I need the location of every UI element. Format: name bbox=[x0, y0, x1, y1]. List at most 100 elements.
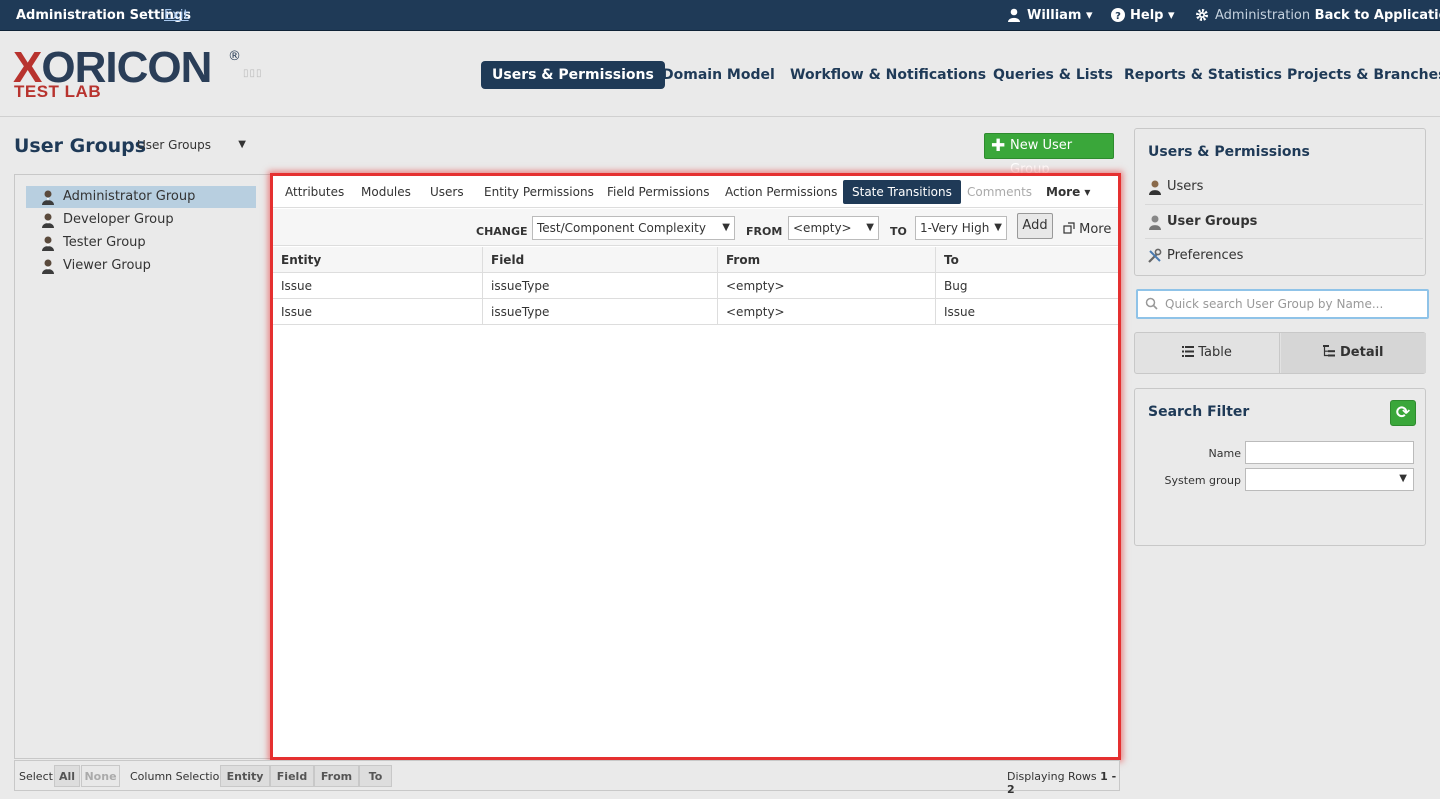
logo-dots-icon: ▯▯▯ bbox=[243, 68, 263, 79]
group-item-tester[interactable]: Tester Group bbox=[26, 232, 256, 254]
to-select-value: 1-Very High bbox=[920, 221, 990, 235]
table-view-button[interactable]: Table bbox=[1135, 333, 1280, 373]
group-name: Administrator Group bbox=[63, 189, 196, 204]
group-user-icon bbox=[42, 213, 54, 228]
nav-users-permissions[interactable]: Users & Permissions bbox=[481, 61, 665, 89]
nav-workflow-notifications[interactable]: Workflow & Notifications bbox=[790, 61, 986, 89]
plus-icon: ✚ bbox=[991, 136, 1006, 156]
group-name: Tester Group bbox=[63, 235, 146, 250]
from-label: FROM bbox=[746, 225, 783, 238]
new-user-group-button[interactable]: ✚ New User Group bbox=[984, 133, 1114, 177]
chevron-down-icon: ▼ bbox=[1399, 473, 1407, 484]
help-icon: ? bbox=[1111, 8, 1125, 22]
from-select[interactable]: <empty> ▼ bbox=[788, 216, 879, 240]
menu-title: Users & Permissions bbox=[1148, 144, 1310, 160]
group-item-administrator[interactable]: Administrator Group bbox=[26, 186, 256, 208]
detail-tabs: Attributes Modules Users Entity Permissi… bbox=[273, 176, 1118, 208]
filter-title: Search Filter bbox=[1148, 404, 1250, 420]
svg-text:?: ? bbox=[1115, 11, 1121, 22]
refresh-button[interactable]: ⟳ bbox=[1390, 400, 1416, 426]
menu-item-preferences[interactable]: Preferences bbox=[1145, 238, 1423, 272]
column-toggle-field[interactable]: Field bbox=[270, 765, 314, 787]
group-name: Developer Group bbox=[63, 212, 174, 227]
tab-action-permissions[interactable]: Action Permissions bbox=[725, 180, 837, 204]
table-view-label: Table bbox=[1198, 345, 1232, 360]
column-toggle-to[interactable]: To bbox=[359, 765, 392, 787]
nav-domain-model[interactable]: Domain Model bbox=[662, 61, 775, 89]
expand-icon bbox=[1063, 222, 1075, 234]
group-item-developer[interactable]: Developer Group bbox=[26, 209, 256, 231]
to-select[interactable]: 1-Very High ▼ bbox=[915, 216, 1007, 240]
column-toggle-entity[interactable]: Entity bbox=[220, 765, 270, 787]
tab-users[interactable]: Users bbox=[430, 180, 464, 204]
column-header-entity[interactable]: Entity bbox=[273, 247, 483, 273]
tab-comments: Comments bbox=[967, 185, 1033, 199]
filter-name-label: Name bbox=[1208, 447, 1241, 460]
quick-search-input[interactable]: Quick search User Group by Name... bbox=[1136, 289, 1429, 319]
filter-system-group-select[interactable]: ▼ bbox=[1245, 468, 1414, 491]
field-select[interactable]: Test/Component Complexity ▼ bbox=[532, 216, 735, 240]
change-label: CHANGE bbox=[476, 225, 528, 238]
user-menu-label: William ▾ bbox=[1027, 8, 1093, 23]
field-select-value: Test/Component Complexity bbox=[537, 221, 706, 235]
tab-field-permissions[interactable]: Field Permissions bbox=[607, 180, 710, 204]
header: XORICON ® TEST LAB ▯▯▯ Users & Permissio… bbox=[0, 31, 1440, 117]
nav-reports-statistics[interactable]: Reports & Statistics bbox=[1124, 61, 1282, 89]
user-icon bbox=[1008, 8, 1020, 22]
more-options-button[interactable]: More bbox=[1063, 222, 1111, 237]
cell-field: issueType bbox=[483, 299, 718, 325]
chevron-down-icon: ▼ bbox=[722, 222, 730, 233]
tools-icon bbox=[1148, 248, 1162, 263]
row-count-label: Displaying Rows bbox=[1007, 770, 1097, 783]
page-title: User Groups bbox=[14, 135, 147, 157]
to-label: TO bbox=[890, 225, 907, 238]
nav-queries-lists[interactable]: Queries & Lists bbox=[993, 61, 1113, 89]
cell-from: <empty> bbox=[718, 273, 936, 299]
users-permissions-menu: Users & Permissions Users User Groups Pr… bbox=[1134, 128, 1426, 276]
detail-view-label: Detail bbox=[1340, 345, 1384, 360]
table-row[interactable]: Issue issueType <empty> Issue bbox=[273, 299, 1118, 325]
group-user-icon bbox=[42, 259, 54, 274]
from-select-value: <empty> bbox=[793, 221, 852, 235]
group-item-viewer[interactable]: Viewer Group bbox=[26, 255, 256, 277]
more-label: More bbox=[1079, 222, 1112, 237]
tab-modules[interactable]: Modules bbox=[361, 180, 411, 204]
column-header-to[interactable]: To bbox=[936, 247, 1118, 273]
cell-to: Issue bbox=[944, 305, 976, 319]
search-filter-panel: Search Filter ⟳ Name System group ▼ bbox=[1134, 388, 1426, 546]
detail-view-button[interactable]: Detail bbox=[1281, 333, 1426, 373]
cell-to: Bug bbox=[944, 279, 968, 293]
group-list-panel: Administrator Group Developer Group Test… bbox=[14, 174, 270, 759]
user-menu[interactable]: William ▾ bbox=[1007, 8, 1093, 23]
cell-entity: Issue bbox=[273, 299, 483, 325]
select-all-button[interactable]: All bbox=[54, 765, 80, 787]
logo-subtitle: TEST LAB bbox=[14, 82, 102, 101]
refresh-icon: ⟳ bbox=[1395, 403, 1411, 423]
tab-more[interactable]: More ▾ bbox=[1046, 180, 1090, 204]
add-button[interactable]: Add bbox=[1017, 213, 1053, 239]
menu-item-user-groups[interactable]: User Groups bbox=[1145, 204, 1423, 238]
exit-link[interactable]: Exit bbox=[164, 8, 189, 23]
table-row[interactable]: Issue issueType <empty> Bug bbox=[273, 273, 1118, 299]
list-icon bbox=[1182, 346, 1195, 357]
column-header-field[interactable]: Field bbox=[483, 247, 718, 273]
column-toggle-from[interactable]: From bbox=[314, 765, 359, 787]
table-header-row: Entity Field From To bbox=[273, 247, 1118, 273]
column-header-from[interactable]: From bbox=[718, 247, 936, 273]
filter-name-input[interactable] bbox=[1245, 441, 1414, 464]
view-toggle: Table Detail bbox=[1134, 332, 1426, 374]
menu-item-users[interactable]: Users bbox=[1145, 170, 1423, 204]
cell-field: issueType bbox=[483, 273, 718, 299]
tab-entity-permissions[interactable]: Entity Permissions bbox=[484, 180, 594, 204]
back-to-application-link[interactable]: Administration Back to Application bbox=[1195, 8, 1440, 23]
filter-system-group-label: System group bbox=[1164, 474, 1241, 487]
help-menu[interactable]: ? Help ▾ bbox=[1111, 8, 1175, 23]
nav-projects-branches[interactable]: Projects & Branches bbox=[1287, 61, 1440, 89]
chevron-down-icon: ▼ bbox=[866, 222, 874, 233]
group-type-select[interactable]: User Groups ▼ bbox=[137, 138, 250, 152]
tab-attributes[interactable]: Attributes bbox=[285, 180, 344, 204]
column-selection-label: Column Selection: bbox=[130, 770, 231, 783]
tab-state-transitions[interactable]: State Transitions bbox=[843, 180, 961, 204]
gear-icon bbox=[1196, 9, 1208, 21]
group-type-select-value: User Groups bbox=[137, 138, 211, 152]
